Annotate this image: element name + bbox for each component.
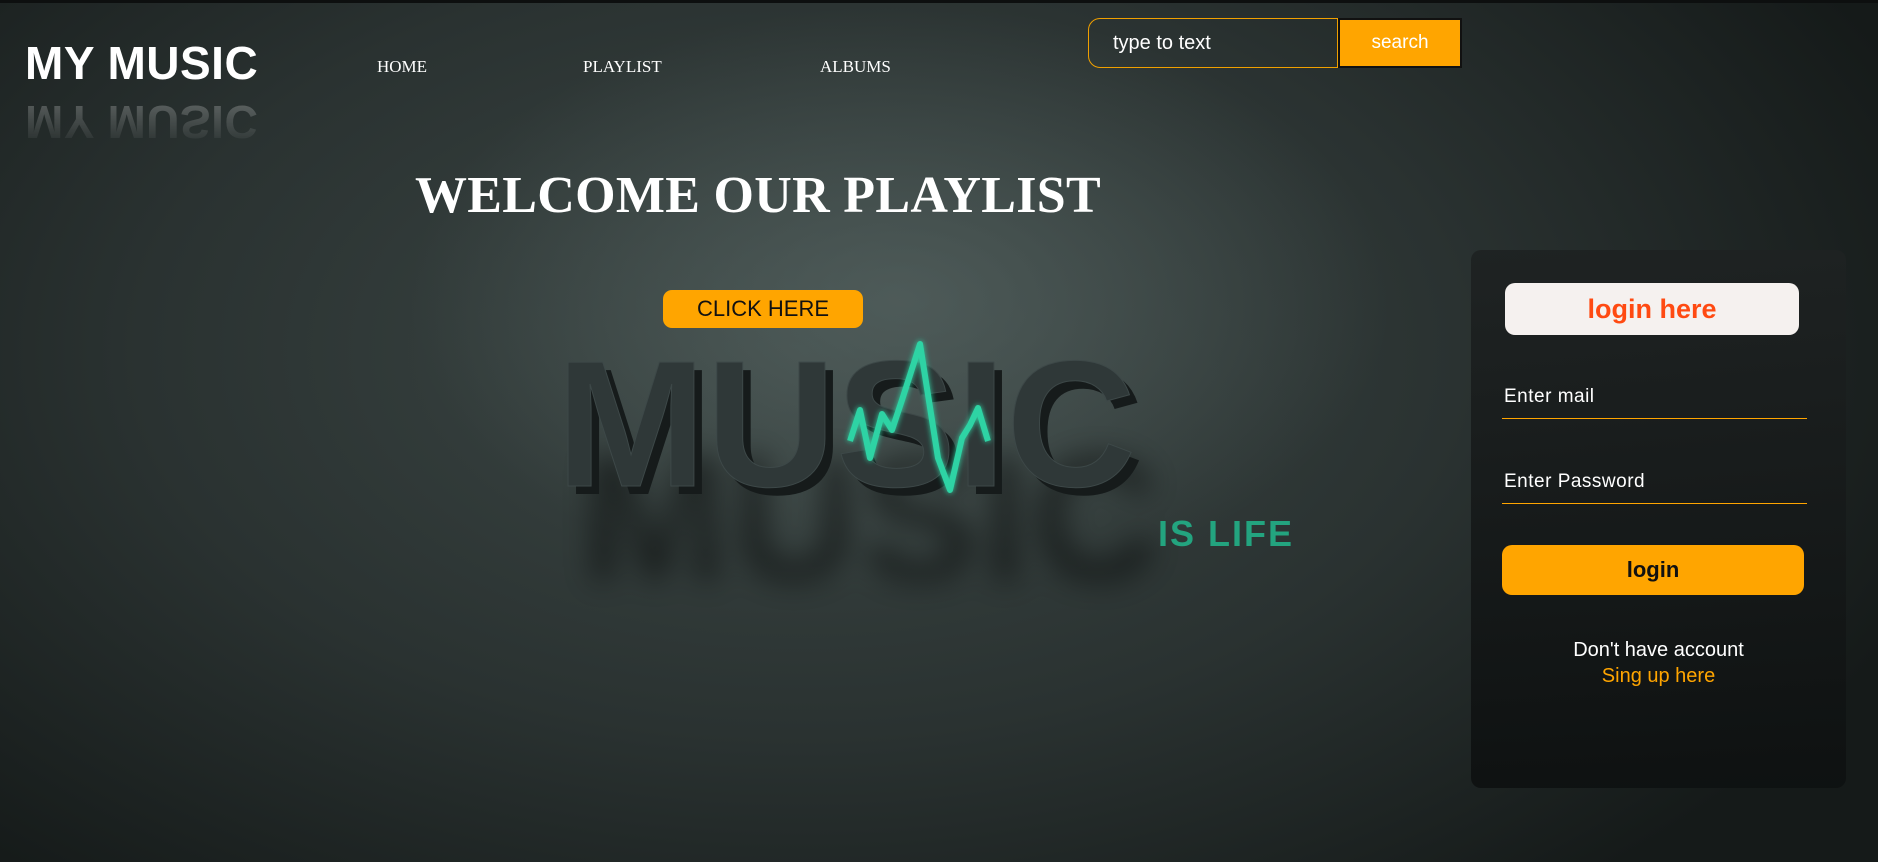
password-field[interactable]: [1502, 460, 1807, 504]
tagline: IS LIFE: [1158, 513, 1294, 554]
music-word: MUSIC: [556, 330, 1136, 525]
nav-item-home[interactable]: HOME: [377, 57, 427, 77]
login-title: login here: [1505, 283, 1799, 335]
signup-link[interactable]: Sing up here: [1471, 665, 1846, 688]
no-account-text: Don't have account: [1573, 639, 1744, 661]
top-border: [0, 0, 1878, 3]
logo-reflection: MY MUSIC: [25, 96, 259, 148]
login-panel: login here login Don't have account Sing…: [1471, 250, 1846, 788]
nav-item-playlist[interactable]: PLAYLIST: [583, 57, 662, 77]
search-bar: search: [1088, 18, 1462, 70]
site-logo[interactable]: MY MUSIC: [25, 36, 258, 90]
page-title: WELCOME OUR PLAYLIST: [415, 167, 1101, 224]
music-is-life-graphic: MUSIC MUSIC MUSIC IS LIFE: [250, 330, 1550, 619]
email-field[interactable]: [1502, 375, 1807, 419]
search-button[interactable]: search: [1338, 18, 1462, 68]
click-here-button[interactable]: CLICK HERE: [663, 290, 863, 328]
search-input[interactable]: [1088, 18, 1338, 68]
nav-item-albums[interactable]: ALBUMS: [820, 57, 891, 77]
login-button[interactable]: login: [1502, 545, 1804, 595]
